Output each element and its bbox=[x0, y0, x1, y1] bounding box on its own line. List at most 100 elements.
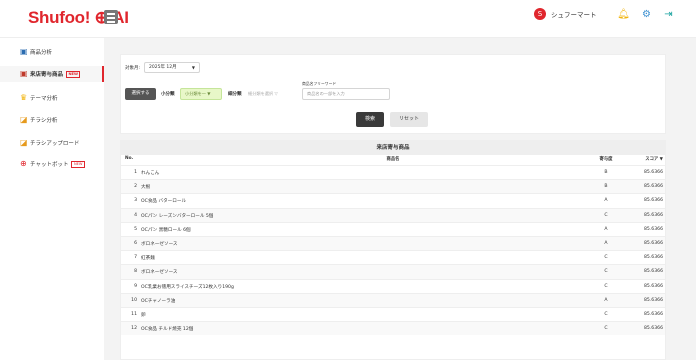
row-number: 7 bbox=[134, 255, 137, 261]
contribution-class: A bbox=[604, 226, 608, 232]
sidebar-item-label: チラシ分析 bbox=[30, 118, 58, 124]
chatbot-icon: ⊕ bbox=[20, 159, 27, 168]
table-row[interactable]: 8 ボロネーゼソース C 85.6366 bbox=[121, 264, 665, 279]
product-name: OC食品 バターロール bbox=[141, 199, 187, 205]
small-category-select[interactable]: 小分類を一 ▼ bbox=[180, 88, 222, 100]
score-value: 85.6366 bbox=[644, 241, 663, 246]
upload-icon: ◪ bbox=[20, 138, 28, 147]
contribution-class: C bbox=[604, 269, 608, 275]
sidebar-item-label: 商品分析 bbox=[30, 50, 53, 56]
row-number: 12 bbox=[131, 326, 137, 332]
column-name: 商品名 bbox=[386, 157, 400, 162]
row-number: 11 bbox=[131, 312, 137, 317]
free-word-input[interactable]: 商品名の一部を入力 bbox=[302, 88, 390, 100]
score-value: 85.6366 bbox=[644, 170, 663, 175]
contribution-class: A bbox=[604, 241, 608, 246]
month-label: 対象月: bbox=[125, 66, 141, 71]
row-number: 10 bbox=[131, 297, 137, 303]
product-name: OC乳業お徳用スライスチーズ12枚入り190g bbox=[141, 284, 234, 290]
contribution-class: B bbox=[604, 170, 608, 175]
column-class: 寄与度 bbox=[599, 157, 613, 162]
table-row[interactable]: 9 OC乳業お徳用スライスチーズ12枚入り190g C 85.6366 bbox=[121, 278, 665, 293]
score-value: 85.6366 bbox=[644, 255, 663, 261]
month-select[interactable]: 2025年 12月 bbox=[144, 62, 200, 73]
table-row[interactable]: 5 OCパン 黒糖ロール 6個 A 85.6366 bbox=[121, 221, 665, 236]
score-value: 85.6366 bbox=[644, 297, 663, 303]
product-name: 大根 bbox=[141, 185, 151, 191]
contribution-class: C bbox=[604, 326, 608, 332]
top-bar: Shufoo! ⊕ AI S シュフーマート 🔔︎ ⚙ ⇥ bbox=[0, 0, 696, 38]
table-row[interactable]: 12 OC食品 チルド焼売 12個 C 85.6366 bbox=[121, 321, 665, 336]
contribution-class: A bbox=[604, 297, 608, 303]
score-value: 85.6366 bbox=[644, 198, 663, 204]
contribution-class: A bbox=[604, 198, 608, 204]
sidebar-item-chatbot[interactable]: ⊕ チャットボット NEW bbox=[0, 156, 104, 172]
user-menu[interactable]: S シュフーマート bbox=[534, 8, 597, 20]
product-icon: ▣ bbox=[20, 47, 28, 56]
product-name: OCパン 黒糖ロール 6個 bbox=[141, 227, 191, 233]
product-name: OCパン レーズンバターロール 5個 bbox=[141, 213, 214, 219]
contribution-class: C bbox=[604, 255, 608, 261]
result-table: 来店寄与商品 No. 商品名 寄与度 スコア ▼ 1 れんこん B 85.6366 2 大… bbox=[120, 140, 666, 360]
score-value: 85.6366 bbox=[644, 184, 663, 190]
contribution-class: B bbox=[604, 184, 608, 190]
table-row[interactable]: 1 れんこん B 85.6366 bbox=[121, 165, 665, 179]
table-row[interactable]: 3 OC食品 バターロール A 85.6366 bbox=[121, 193, 665, 207]
contribution-class: C bbox=[604, 212, 608, 218]
score-value: 85.6366 bbox=[644, 283, 663, 289]
table-row[interactable]: 6 ボロネーゼソース A 85.6366 bbox=[121, 236, 665, 251]
sidebar-item-flyer-analysis[interactable]: ◪ チラシ分析 bbox=[0, 112, 104, 128]
gear-icon[interactable]: ⚙ bbox=[640, 8, 653, 21]
score-value: 85.6366 bbox=[644, 226, 663, 232]
table-title: 来店寄与商品 bbox=[121, 141, 665, 155]
crown-icon: ♛ bbox=[20, 93, 28, 102]
sidebar-item-theme-analysis[interactable]: ♛ テーマ分析 bbox=[0, 90, 104, 106]
row-number: 9 bbox=[134, 283, 137, 289]
avatar: S bbox=[534, 8, 546, 20]
sidebar-item-label: チャットボット bbox=[30, 162, 69, 168]
sidebar-item-label: チラシアップロード bbox=[30, 141, 80, 147]
store-icon: ▣ bbox=[20, 69, 28, 78]
table-row[interactable]: 2 大根 B 85.6366 bbox=[121, 179, 665, 194]
contribution-class: C bbox=[604, 312, 608, 317]
new-badge: NEW bbox=[71, 160, 85, 168]
detail-category-label: 細分類 bbox=[228, 92, 242, 97]
row-number: 1 bbox=[134, 170, 137, 175]
sidebar-item-flyer-upload[interactable]: ◪ チラシアップロード bbox=[0, 135, 104, 151]
table-row[interactable]: 11 卵 C 85.6366 bbox=[121, 307, 665, 321]
reset-button[interactable]: リセット bbox=[390, 112, 428, 127]
user-name: シュフーマート bbox=[551, 11, 597, 19]
select-button[interactable]: 選択する bbox=[125, 88, 156, 100]
sidebar-item-label: 来店寄与商品 bbox=[30, 72, 64, 78]
logout-icon[interactable]: ⇥ bbox=[662, 8, 675, 21]
sidebar-item-label: テーマ分析 bbox=[30, 96, 58, 102]
contribution-class: C bbox=[604, 283, 608, 289]
bell-icon[interactable]: 🔔︎ bbox=[617, 8, 630, 21]
free-word-label: 商品名フリーワード bbox=[302, 81, 337, 86]
row-number: 6 bbox=[134, 241, 137, 246]
score-value: 85.6366 bbox=[644, 269, 663, 275]
menu-toggle-button[interactable] bbox=[104, 10, 118, 24]
product-name: れんこん bbox=[141, 171, 160, 176]
product-name: ボロネーゼソース bbox=[141, 270, 178, 276]
sidebar-item-product-analysis[interactable]: ▣ 商品分析 bbox=[0, 44, 104, 60]
table-row[interactable]: 7 紅茶麺 C 85.6366 bbox=[121, 250, 665, 264]
score-value: 85.6366 bbox=[644, 326, 663, 332]
product-name: 紅茶麺 bbox=[141, 256, 155, 262]
product-name: 卵 bbox=[141, 313, 146, 318]
small-category-label: 小分類 bbox=[161, 92, 175, 97]
product-name: OC食品 チルド焼売 12個 bbox=[141, 327, 194, 333]
new-badge: NEW bbox=[66, 70, 81, 78]
product-name: ボロネーゼソース bbox=[141, 242, 178, 247]
row-number: 4 bbox=[134, 212, 137, 218]
table-row[interactable]: 4 OCパン レーズンバターロール 5個 C 85.6366 bbox=[121, 207, 665, 222]
row-number: 8 bbox=[134, 269, 137, 275]
column-score[interactable]: スコア ▼ bbox=[627, 156, 663, 162]
sidebar-item-store-contribution[interactable]: ▣ 来店寄与商品 NEW bbox=[0, 66, 104, 82]
sidebar: ▣ 商品分析 ▣ 来店寄与商品 NEW ♛ テーマ分析 ◪ チラシ分析 ◪ チラ… bbox=[0, 38, 104, 360]
table-row[interactable]: 10 OCチャノーラ油 A 85.6366 bbox=[121, 292, 665, 307]
detail-category-select[interactable]: 細分類を選択 ▽ bbox=[248, 88, 290, 100]
row-number: 5 bbox=[134, 226, 137, 232]
score-value: 85.6366 bbox=[644, 212, 663, 218]
search-button[interactable]: 検索 bbox=[356, 112, 384, 127]
